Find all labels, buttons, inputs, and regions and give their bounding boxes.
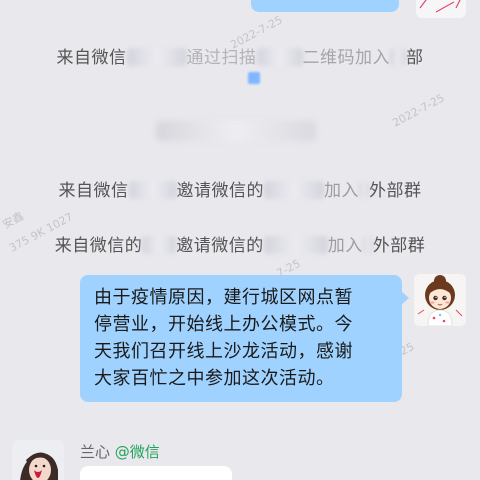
cartoon-girl-avatar-icon[interactable]	[416, 0, 466, 18]
system-notice: 来自微信 邀请微信的 加入 外部群	[58, 181, 422, 201]
blurred-link-icon	[248, 72, 260, 84]
message-line: 天我们召开线上沙龙活动，感谢	[94, 341, 353, 362]
message-bubble-incoming[interactable]	[80, 466, 232, 480]
watermark: 2022-7-25	[390, 91, 447, 130]
chat-window: 2022-7-25 2022-7-25 安鑫 375 9K 1027 7-25 …	[0, 0, 480, 480]
woman-portrait-avatar-icon[interactable]	[12, 440, 64, 480]
message-bubble-outgoing[interactable]: 由于疫情原因，建行城区网点暂 停营业，开始线上办公模式。今 天我们召开线上沙龙活…	[80, 275, 409, 402]
cartoon-girl-avatar-icon[interactable]	[414, 274, 466, 326]
system-notice: 来自微信的 邀请微信的 加入 外部群	[54, 236, 426, 256]
message-bubble-outgoing[interactable]	[251, 0, 399, 12]
message-line: 大家百忙之中参加这次活动。	[94, 368, 335, 389]
sender-name-label: 兰心	[80, 443, 111, 461]
watermark: 安鑫	[0, 209, 26, 232]
blurred-content	[156, 121, 316, 141]
system-notice: 来自微信 通过扫描 二维码加入部	[56, 48, 424, 68]
message-line: 由于疫情原因，建行城区网点暂	[94, 287, 353, 308]
wechat-tag: @微信	[114, 443, 160, 461]
sender-name: 兰心 @微信	[80, 441, 160, 462]
message-line: 停营业，开始线上办公模式。今	[94, 314, 353, 335]
